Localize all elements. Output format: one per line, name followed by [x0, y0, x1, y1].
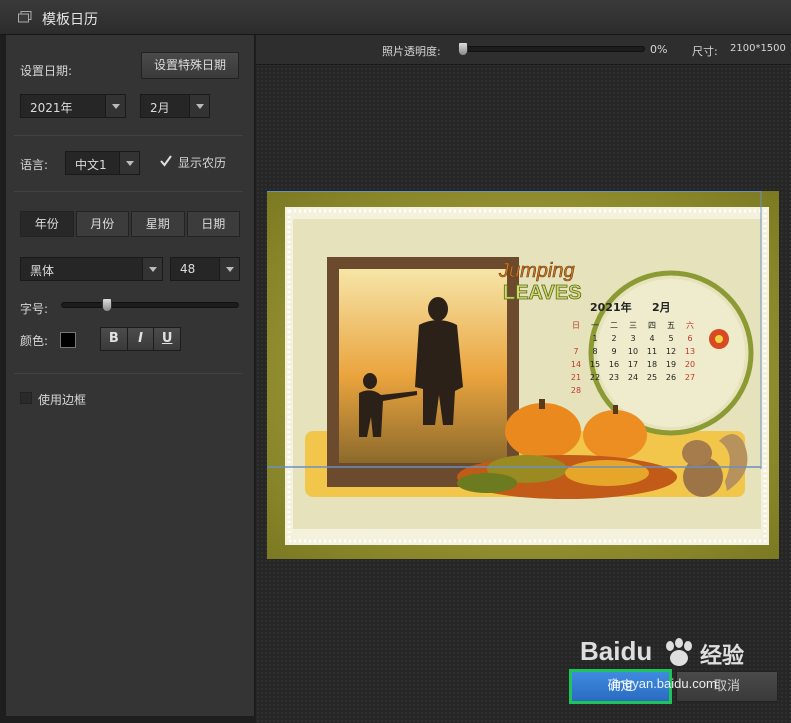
text-format-group: B I U	[100, 327, 181, 351]
window-icon	[18, 11, 32, 23]
frame-checkbox[interactable]	[20, 392, 32, 404]
language-value: 中文1	[75, 158, 107, 172]
title-top-text: Jumping	[498, 260, 575, 282]
opacity-slider[interactable]	[459, 46, 645, 52]
year-value: 2021年	[30, 101, 73, 115]
text-target-tabs: 年份 月份 星期 日期	[20, 211, 240, 237]
settings-panel: 设置日期: 设置特殊日期 2021年 2月 语言: 中文1 显示农历 年份 月份…	[6, 35, 255, 716]
calendar-day: 7	[573, 347, 578, 356]
calendar-day: 26	[666, 373, 676, 382]
calendar-day: 25	[647, 373, 657, 382]
frame-label: 使用边框	[38, 393, 87, 407]
calendar-day: 24	[628, 373, 638, 382]
underline-button[interactable]: U	[154, 328, 181, 350]
calendar-day: 20	[685, 360, 695, 369]
calendar-day: 28	[571, 386, 581, 395]
calendar-day: 6	[687, 334, 692, 343]
calendar-day: 15	[590, 360, 600, 369]
color-swatch[interactable]	[60, 332, 76, 348]
calendar-day: 21	[571, 373, 581, 382]
year-dropdown[interactable]: 2021年	[20, 94, 126, 118]
calendar-day: 8	[592, 347, 597, 356]
calendar-day: 14	[571, 360, 581, 369]
divider	[14, 191, 243, 192]
calendar-day: 16	[609, 360, 619, 369]
language-label: 语言:	[20, 158, 49, 172]
leaves-pile	[457, 455, 677, 499]
calendar-weekday: 一	[591, 321, 599, 330]
calendar-weekday: 四	[648, 321, 656, 330]
calendar-day: 13	[685, 347, 695, 356]
opacity-label: 照片透明度:	[382, 45, 441, 58]
calendar-weekday: 二	[610, 321, 618, 330]
italic-button[interactable]: I	[127, 328, 155, 350]
calendar-year: 2021年	[590, 300, 632, 314]
special-date-button[interactable]: 设置特殊日期	[141, 52, 239, 79]
lunar-checkbox[interactable]	[159, 154, 173, 168]
font-family-dropdown[interactable]: 黑体	[20, 257, 163, 281]
opacity-value: 0%	[650, 43, 668, 56]
calendar-day: 27	[685, 373, 695, 382]
font-size-slider[interactable]	[61, 302, 239, 308]
calendar-day: 11	[647, 347, 657, 356]
chevron-down-icon	[105, 95, 125, 117]
lunar-label: 显示农历	[178, 156, 227, 170]
calendar-day: 5	[668, 334, 673, 343]
set-date-label: 设置日期:	[20, 64, 73, 78]
tab-weekday[interactable]: 星期	[131, 211, 185, 237]
size-value: 2100*1500	[730, 43, 786, 54]
calendar-day: 19	[666, 360, 676, 369]
font-size-label: 字号:	[20, 302, 49, 316]
size-label: 尺寸:	[692, 45, 718, 58]
calendar-preview[interactable]: Jumping LEAVES 2021年 2月 日一二三四五六1 2 3 4 5 67 8 9…	[267, 191, 779, 559]
color-label: 颜色:	[20, 334, 49, 348]
calendar-day: 1	[592, 334, 597, 343]
calendar-day: 17	[628, 360, 638, 369]
calendar-weekday: 日	[572, 321, 580, 330]
chevron-down-icon	[189, 95, 209, 117]
font-family-value: 黑体	[30, 264, 55, 278]
month-dropdown[interactable]: 2月	[140, 94, 210, 118]
title-bottom-text: LEAVES	[503, 282, 582, 304]
language-dropdown[interactable]: 中文1	[65, 151, 140, 175]
font-size-value: 48	[180, 262, 196, 276]
calendar-day: 9	[611, 347, 616, 356]
calendar-day: 4	[649, 334, 654, 343]
tab-date[interactable]: 日期	[186, 211, 240, 237]
calendar-month: 2月	[652, 301, 671, 314]
window-title: 模板日历	[42, 12, 98, 28]
preview-toolbar: 照片透明度: 0% 尺寸: 2100*1500	[256, 35, 791, 65]
divider	[14, 135, 243, 136]
calendar-weekday: 三	[629, 321, 637, 330]
bold-button[interactable]: B	[101, 328, 128, 350]
calendar-day: 23	[609, 373, 619, 382]
calendar-weekday: 五	[667, 321, 675, 330]
opacity-slider-thumb[interactable]	[458, 42, 468, 56]
preview-area: 照片透明度: 0% 尺寸: 2100*1500 Jumping LEAVES 2…	[256, 35, 791, 723]
tab-year[interactable]: 年份	[20, 211, 74, 237]
cancel-button[interactable]: 取消	[676, 671, 778, 702]
calendar-day: 22	[590, 373, 600, 382]
calendar-day: 3	[630, 334, 635, 343]
chevron-down-icon	[142, 258, 162, 280]
ok-button[interactable]: 确定	[569, 669, 672, 704]
month-value: 2月	[150, 101, 170, 115]
calendar-day: 18	[647, 360, 657, 369]
calendar-day: 10	[628, 347, 638, 356]
tab-month[interactable]: 月份	[75, 211, 129, 237]
title-bar: 模板日历	[0, 0, 791, 35]
divider	[14, 373, 243, 374]
chevron-down-icon	[219, 258, 239, 280]
calendar-day: 12	[666, 347, 676, 356]
calendar-weekday: 六	[686, 320, 694, 330]
calendar-day: 2	[611, 334, 616, 343]
font-size-dropdown[interactable]: 48	[170, 257, 240, 281]
font-size-slider-thumb[interactable]	[102, 298, 112, 312]
chevron-down-icon	[119, 152, 139, 174]
